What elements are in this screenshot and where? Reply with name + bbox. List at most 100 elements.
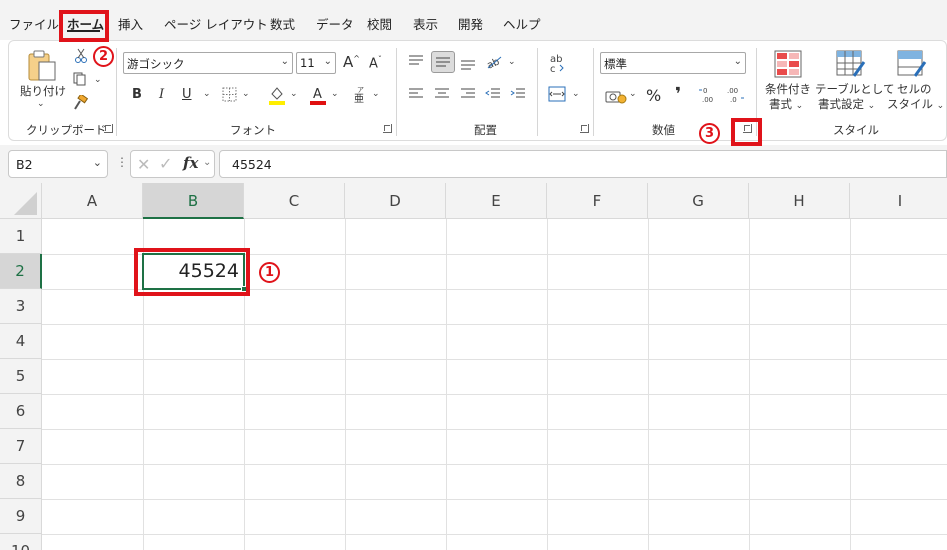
gridline [749, 219, 750, 550]
alignment-launcher-icon[interactable] [580, 124, 589, 133]
column-header-e[interactable]: E [446, 183, 547, 219]
align-middle-button[interactable] [431, 51, 455, 73]
borders-icon[interactable] [222, 87, 237, 102]
font-color-dropdown-icon[interactable]: ⌄ [331, 89, 339, 99]
comma-style-button[interactable]: ❜ [675, 84, 681, 105]
row-header-7[interactable]: 7 [0, 429, 42, 464]
column-header-g[interactable]: G [648, 183, 749, 219]
row-header-6[interactable]: 6 [0, 394, 42, 429]
fill-color-icon[interactable] [268, 85, 286, 105]
merge-center-icon[interactable] [548, 86, 566, 102]
fill-color-dropdown-icon[interactable]: ⌄ [290, 89, 298, 99]
bold-button[interactable]: B [132, 87, 142, 102]
gridline [42, 499, 947, 500]
font-size-select[interactable]: 11 ⌄ [296, 52, 336, 74]
align-bottom-icon[interactable] [460, 58, 476, 70]
cell-styles-button[interactable]: セルの [897, 81, 932, 97]
increase-decimal-icon[interactable]: 0.00 [698, 86, 718, 104]
column-header-h[interactable]: H [749, 183, 850, 219]
tab-page-layout[interactable]: ページ レイアウト [164, 14, 268, 33]
svg-text:ア: ア [357, 86, 364, 94]
wrap-text-icon[interactable]: ab c [549, 53, 567, 75]
phonetic-dropdown-icon[interactable]: ⌄ [372, 89, 380, 99]
row-header-4[interactable]: 4 [0, 324, 42, 359]
paste-icon[interactable] [26, 48, 58, 82]
align-left-icon[interactable] [408, 88, 424, 100]
column-header-i[interactable]: I [850, 183, 947, 219]
orientation-icon[interactable]: ab [485, 53, 503, 71]
select-all-button[interactable] [0, 183, 42, 219]
orientation-dropdown-icon[interactable]: ⌄ [508, 57, 516, 67]
svg-text:0: 0 [703, 87, 707, 95]
format-painter-icon[interactable] [72, 93, 89, 111]
cancel-icon[interactable]: ✕ [137, 155, 150, 174]
more-options-icon[interactable]: ⋮ [116, 155, 128, 169]
column-header-c[interactable]: C [244, 183, 345, 219]
tab-insert[interactable]: 挿入 [118, 14, 143, 33]
decrease-decimal-icon[interactable]: .00.0 [725, 86, 745, 104]
enter-icon[interactable]: ✓ [159, 154, 172, 173]
copy-icon[interactable] [73, 72, 87, 86]
increase-indent-icon[interactable] [510, 88, 526, 100]
group-label-styles: スタイル [833, 123, 879, 137]
tab-help[interactable]: ヘルプ [503, 14, 541, 33]
conditional-formatting-button[interactable]: 条件付き [765, 81, 811, 97]
row-header-8[interactable]: 8 [0, 464, 42, 499]
percent-style-button[interactable]: % [646, 86, 661, 105]
increase-font-button[interactable]: A^ [343, 53, 360, 71]
italic-button[interactable]: I [159, 87, 164, 102]
accounting-format-icon[interactable] [605, 88, 627, 104]
copy-dropdown-icon[interactable]: ⌄ [94, 75, 102, 85]
conditional-formatting-icon[interactable] [774, 50, 802, 78]
tab-formulas[interactable]: 数式 [270, 14, 295, 33]
row-header-9[interactable]: 9 [0, 499, 42, 534]
row-header-3[interactable]: 3 [0, 289, 42, 324]
tab-developer[interactable]: 開発 [458, 14, 483, 33]
column-header-a[interactable]: A [42, 183, 143, 219]
borders-dropdown-icon[interactable]: ⌄ [242, 89, 250, 99]
merge-dropdown-icon[interactable]: ⌄ [572, 89, 580, 99]
group-divider [593, 48, 594, 136]
menu-bar: ファイル ホーム 挿入 ページ レイアウト 数式 データ 校閲 表示 開発 ヘル… [0, 0, 947, 40]
tab-file[interactable]: ファイル [9, 14, 59, 33]
paste-button[interactable]: 貼り付け [20, 83, 66, 99]
font-launcher-icon[interactable] [383, 124, 392, 133]
format-as-table-icon[interactable] [836, 50, 866, 78]
row-header-5[interactable]: 5 [0, 359, 42, 394]
name-box[interactable]: B2 ⌄ [8, 150, 108, 178]
column-header-d[interactable]: D [345, 183, 446, 219]
decrease-font-button[interactable]: Aˇ [369, 55, 382, 71]
accounting-dropdown-icon[interactable]: ⌄ [629, 89, 637, 99]
tab-data[interactable]: データ [316, 14, 354, 33]
cut-icon[interactable] [74, 48, 88, 64]
format-as-table-button[interactable]: テーブルとして [815, 81, 894, 97]
row-header-10[interactable]: 10 [0, 534, 42, 550]
group-divider [116, 48, 117, 136]
align-center-icon[interactable] [434, 88, 450, 100]
font-color-icon[interactable]: A [309, 85, 327, 105]
formula-input[interactable]: 45524 [219, 150, 947, 178]
group-divider [396, 48, 397, 136]
underline-button[interactable]: U [182, 87, 192, 102]
align-top-icon[interactable] [408, 55, 424, 67]
decrease-indent-icon[interactable] [485, 88, 501, 100]
tab-review[interactable]: 校閲 [367, 14, 392, 33]
column-header-b[interactable]: B [143, 183, 244, 219]
cell-styles-icon[interactable] [897, 50, 927, 78]
phonetic-guide-icon[interactable]: ア亜 [352, 85, 368, 105]
row-header-1[interactable]: 1 [0, 219, 42, 254]
font-name-select[interactable]: 游ゴシック ⌄ [123, 52, 293, 74]
paste-dropdown-icon[interactable]: ⌄ [37, 99, 45, 109]
svg-text:.0: .0 [730, 96, 737, 104]
row-header-2[interactable]: 2 [0, 254, 42, 289]
align-right-icon[interactable] [460, 88, 476, 100]
gridline [42, 429, 947, 430]
tab-view[interactable]: 表示 [413, 14, 438, 33]
underline-dropdown-icon[interactable]: ⌄ [203, 89, 211, 99]
step-1-marker: 1 [259, 262, 280, 283]
group-label-number: 数値 [652, 123, 675, 137]
number-format-select[interactable]: 標準 ⌄ [600, 52, 746, 74]
column-header-f[interactable]: F [547, 183, 648, 219]
insert-function-button[interactable]: fx [183, 154, 198, 172]
clipboard-launcher-icon[interactable] [104, 124, 113, 133]
